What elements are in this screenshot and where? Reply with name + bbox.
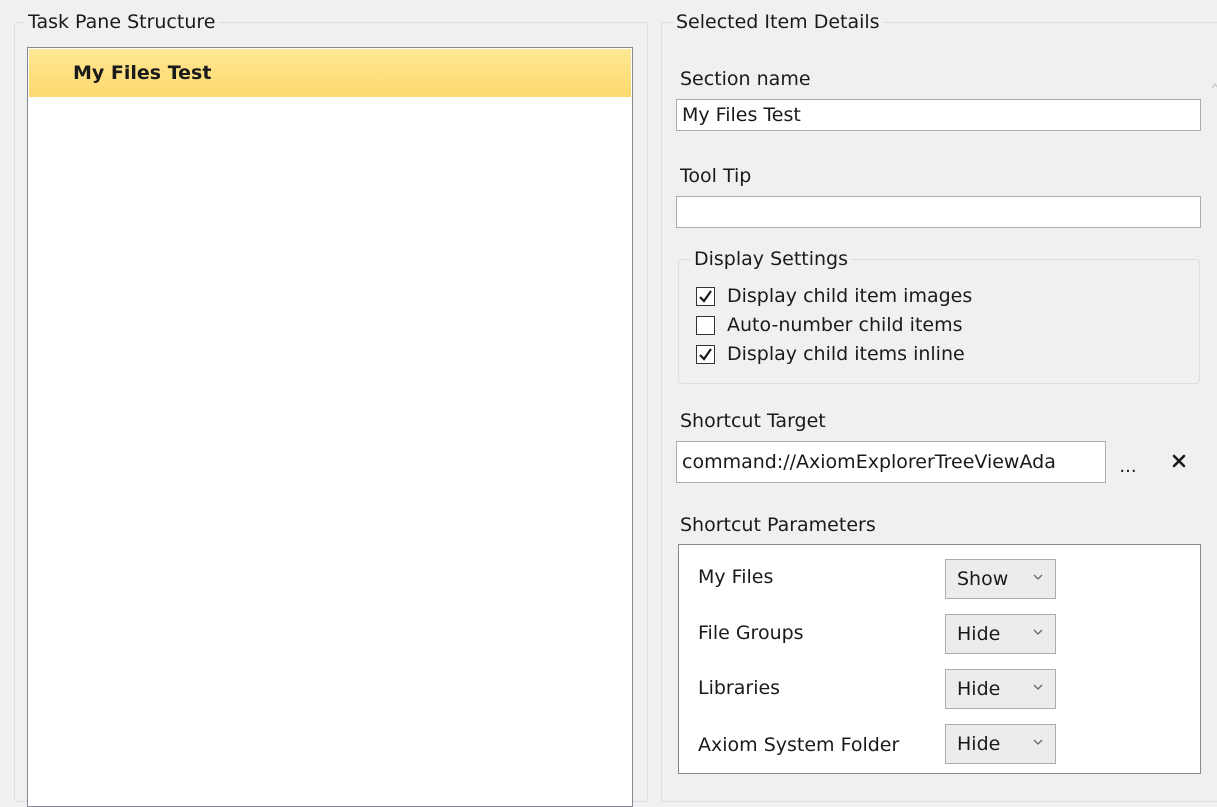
param-file-groups-value: Hide [957,623,1001,645]
tree-item-my-files-test[interactable]: My Files Test [29,49,631,97]
param-file-groups-label: File Groups [698,622,804,644]
display-child-items-inline-checkbox[interactable] [696,344,715,364]
auto-number-child-items-label: Auto-number child items [727,314,963,336]
param-my-files-dropdown[interactable]: Show [945,559,1056,599]
param-my-files-label: My Files [698,566,774,588]
param-my-files-value: Show [957,568,1009,590]
param-axiom-system-folder-label: Axiom System Folder [698,734,900,756]
param-libraries-label: Libraries [698,677,781,699]
auto-number-child-items-checkbox[interactable] [696,315,715,335]
display-child-items-inline-label: Display child items inline [727,343,965,365]
chevron-down-icon [1033,684,1043,690]
param-file-groups-dropdown[interactable]: Hide [945,614,1056,654]
shortcut-target-input[interactable]: command://AxiomExplorerTreeViewAda [676,441,1106,483]
task-pane-tree[interactable]: My Files Test [27,47,633,807]
auto-number-child-items-option[interactable]: Auto-number child items [696,313,963,337]
shortcut-parameters-panel: My Files Show File Groups Hide Libraries… [678,544,1201,774]
param-libraries-value: Hide [957,678,1001,700]
section-name-label: Section name [680,68,811,90]
browse-button[interactable]: ... [1119,457,1137,477]
chevron-down-icon [1033,574,1043,580]
checkmark-icon [699,347,712,361]
task-pane-structure-legend: Task Pane Structure [25,10,219,34]
display-child-item-images-label: Display child item images [727,285,973,307]
param-axiom-system-folder-value: Hide [957,733,1001,755]
shortcut-target-label: Shortcut Target [680,410,826,432]
checkmark-icon [699,289,712,303]
display-child-item-images-checkbox[interactable] [696,286,715,306]
close-icon[interactable] [1172,454,1186,468]
param-axiom-system-folder-dropdown[interactable]: Hide [945,724,1056,764]
tool-tip-input[interactable] [676,196,1201,228]
display-settings-legend: Display Settings [691,247,852,271]
display-child-item-images-option[interactable]: Display child item images [696,284,972,308]
section-name-input[interactable]: My Files Test [676,99,1201,131]
display-child-items-inline-option[interactable]: Display child items inline [696,342,965,366]
selected-item-details-legend: Selected Item Details [673,10,883,34]
tool-tip-label: Tool Tip [680,165,752,187]
shortcut-parameters-label: Shortcut Parameters [680,514,876,536]
param-libraries-dropdown[interactable]: Hide [945,669,1056,709]
chevron-down-icon [1033,739,1043,745]
scroll-up-icon [1211,83,1217,89]
chevron-down-icon [1033,629,1043,635]
